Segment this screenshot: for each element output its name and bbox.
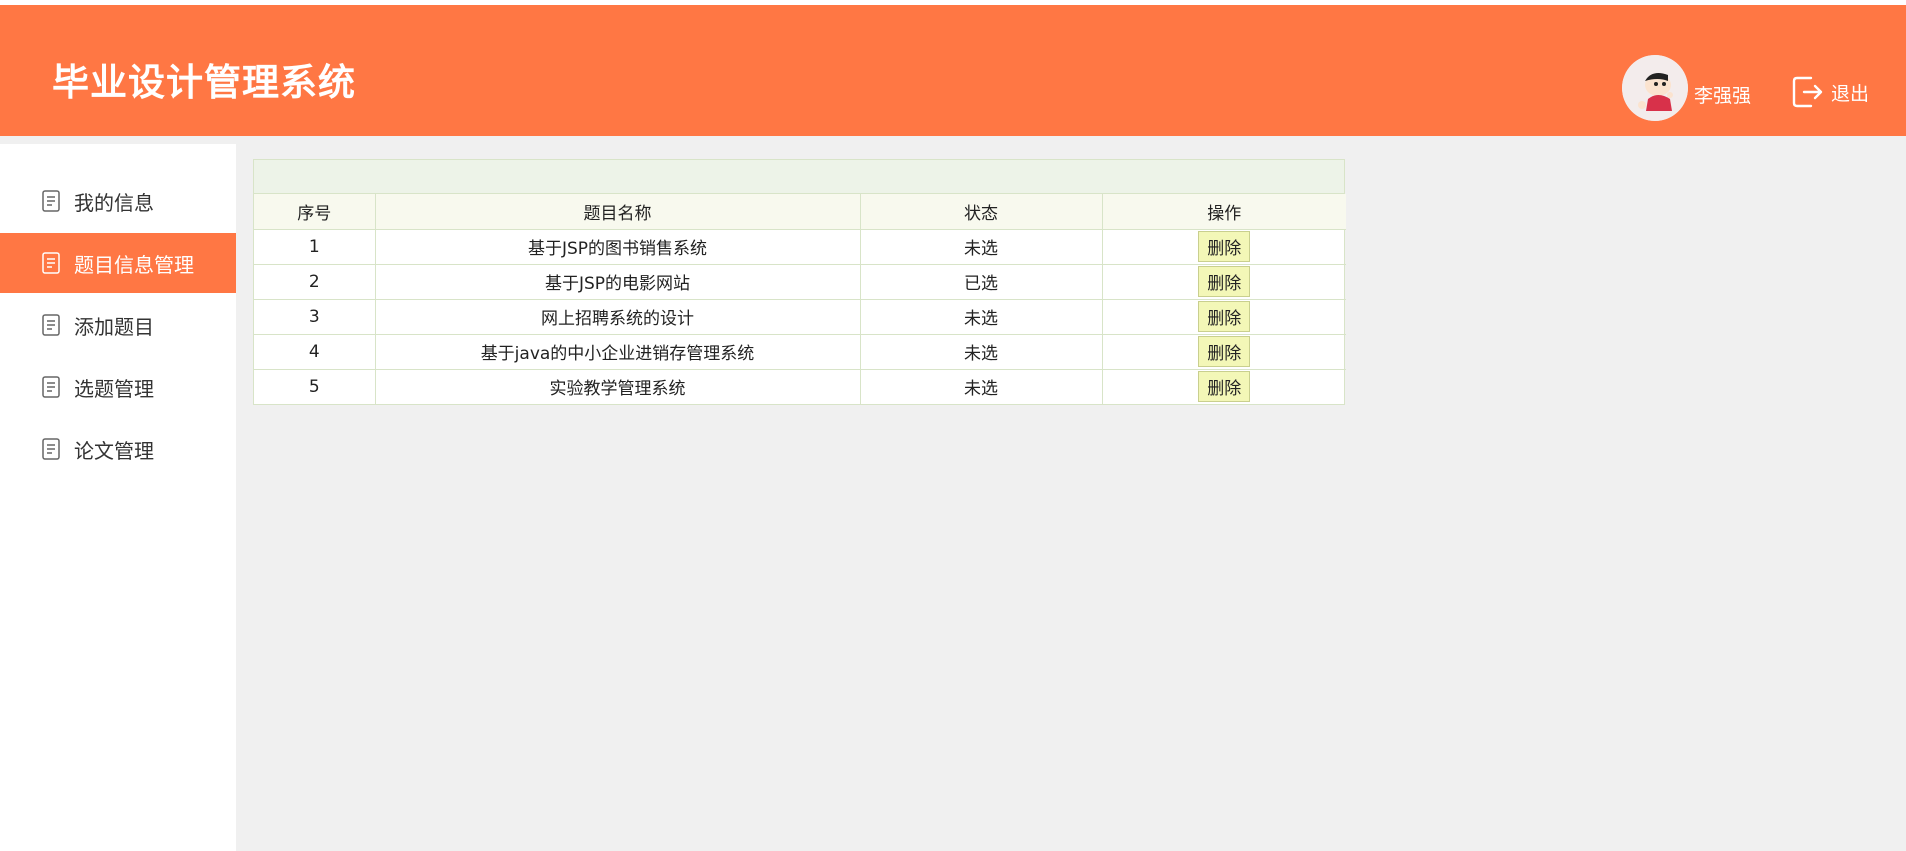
delete-button[interactable]: 删除 <box>1198 301 1251 332</box>
cell-status: 未选 <box>859 298 1103 335</box>
cell-action: 删除 <box>1101 228 1346 265</box>
logout-icon <box>1792 76 1823 108</box>
cell-status: 未选 <box>859 228 1103 265</box>
document-icon <box>42 190 60 212</box>
table-row: 3 网上招聘系统的设计 未选 删除 <box>254 298 1346 335</box>
cell-no: 1 <box>254 228 376 265</box>
cell-no: 4 <box>254 333 376 370</box>
delete-button[interactable]: 删除 <box>1198 231 1251 262</box>
sidebar-item-selection-management[interactable]: 选题管理 <box>0 357 236 417</box>
column-header-action: 操作 <box>1101 194 1346 230</box>
document-icon <box>42 252 60 274</box>
table-row: 4 基于java的中小企业进销存管理系统 未选 删除 <box>254 333 1346 370</box>
avatar[interactable] <box>1622 55 1688 121</box>
document-icon <box>42 314 60 336</box>
cell-status: 已选 <box>859 263 1103 300</box>
cell-no: 3 <box>254 298 376 335</box>
topic-table-panel: 序号 题目名称 状态 操作 1 基于JSP的图书销售系统 未选 删除 2 基于J… <box>253 159 1346 405</box>
sidebar-item-label: 论文管理 <box>74 438 154 463</box>
logout-label: 退出 <box>1831 82 1870 105</box>
table-caption-bar <box>254 160 1344 194</box>
sidebar: 我的信息 题目信息管理 添加题目 选题管理 论文管理 <box>0 144 236 851</box>
sidebar-item-label: 添加题目 <box>74 314 154 339</box>
sidebar-item-label: 我的信息 <box>74 190 154 215</box>
sidebar-item-label: 题目信息管理 <box>74 252 194 277</box>
cell-action: 删除 <box>1101 263 1346 300</box>
sidebar-item-label: 选题管理 <box>74 376 154 401</box>
cell-name: 实验教学管理系统 <box>374 368 861 404</box>
app-header: 毕业设计管理系统 李强强 退出 <box>0 5 1906 136</box>
delete-button[interactable]: 删除 <box>1198 336 1251 367</box>
delete-button[interactable]: 删除 <box>1198 371 1251 403</box>
sidebar-item-my-info[interactable]: 我的信息 <box>0 171 236 231</box>
cell-action: 删除 <box>1101 298 1346 335</box>
cell-action: 删除 <box>1101 368 1346 404</box>
table-header-row: 序号 题目名称 状态 操作 <box>254 194 1346 230</box>
app-title: 毕业设计管理系统 <box>52 61 356 104</box>
sidebar-item-topic-management[interactable]: 题目信息管理 <box>0 233 236 293</box>
document-icon <box>42 438 60 460</box>
table-row: 2 基于JSP的电影网站 已选 删除 <box>254 263 1346 300</box>
topic-table: 序号 题目名称 状态 操作 1 基于JSP的图书销售系统 未选 删除 2 基于J… <box>254 194 1346 404</box>
sidebar-gap <box>0 136 236 144</box>
cell-status: 未选 <box>859 333 1103 370</box>
cell-name: 基于java的中小企业进销存管理系统 <box>374 333 861 370</box>
logout-button[interactable]: 退出 <box>1791 74 1869 110</box>
table-row: 5 实验教学管理系统 未选 删除 <box>254 368 1346 404</box>
sidebar-item-thesis-management[interactable]: 论文管理 <box>0 419 236 479</box>
user-name: 李强强 <box>1694 85 1752 107</box>
column-header-no: 序号 <box>254 194 376 230</box>
cell-no: 5 <box>254 368 376 404</box>
cell-action: 删除 <box>1101 333 1346 370</box>
table-row: 1 基于JSP的图书销售系统 未选 删除 <box>254 228 1346 265</box>
avatar-cartoon-icon <box>1622 55 1688 121</box>
cell-name: 网上招聘系统的设计 <box>374 298 861 335</box>
cell-name: 基于JSP的电影网站 <box>374 263 861 300</box>
sidebar-item-add-topic[interactable]: 添加题目 <box>0 295 236 355</box>
column-header-name: 题目名称 <box>374 194 861 230</box>
cell-status: 未选 <box>859 368 1103 404</box>
cell-no: 2 <box>254 263 376 300</box>
column-header-status: 状态 <box>859 194 1103 230</box>
delete-button[interactable]: 删除 <box>1198 266 1251 297</box>
document-icon <box>42 376 60 398</box>
cell-name: 基于JSP的图书销售系统 <box>374 228 861 265</box>
